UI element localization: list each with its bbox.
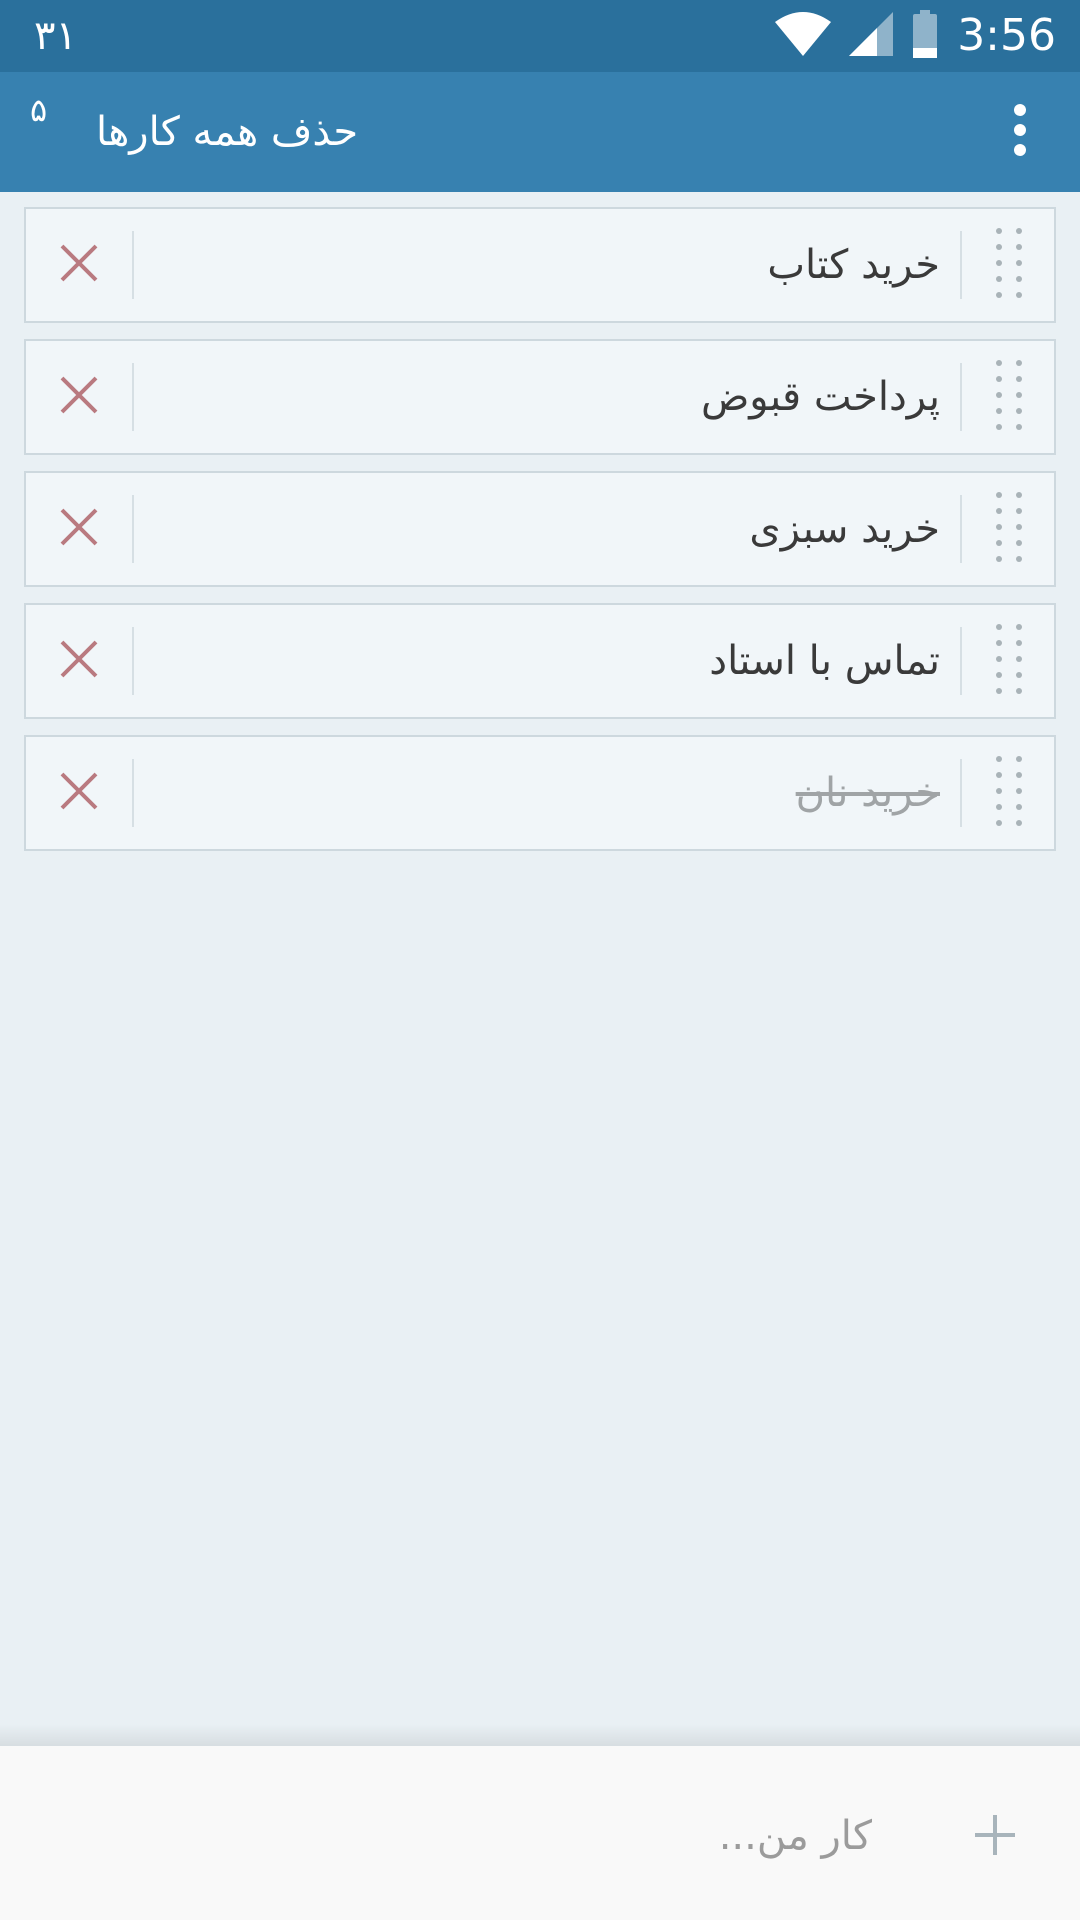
- task-count-badge: ۵: [30, 91, 48, 129]
- overflow-menu-button[interactable]: [960, 72, 1080, 192]
- app-bar: ۵ حذف همه کارها: [0, 72, 1080, 192]
- divider: [132, 759, 134, 827]
- delete-task-button[interactable]: [26, 473, 132, 585]
- close-icon: [59, 243, 99, 287]
- divider: [132, 363, 134, 431]
- cell-signal-icon: [849, 12, 894, 60]
- task-label[interactable]: خرید سبزی: [156, 473, 940, 585]
- close-icon: [59, 639, 99, 683]
- delete-all-tasks-button[interactable]: حذف همه کارها: [96, 72, 358, 192]
- close-icon: [59, 771, 99, 815]
- task-item[interactable]: خرید سبزی: [24, 471, 1056, 587]
- bottom-bar-shadow: [0, 1724, 1080, 1746]
- wifi-icon: [775, 12, 832, 60]
- delete-task-button[interactable]: [26, 341, 132, 453]
- delete-task-button[interactable]: [26, 605, 132, 717]
- divider: [132, 627, 134, 695]
- drag-handle[interactable]: [962, 605, 1056, 717]
- status-notification-count: ۳۱: [34, 13, 77, 59]
- more-vert-icon: [1010, 102, 1030, 162]
- close-icon: [59, 507, 99, 551]
- status-bar: ۳۱ 3:56: [0, 0, 1080, 72]
- drag-handle-icon: [995, 491, 1023, 567]
- new-task-input[interactable]: [60, 1780, 874, 1892]
- plus-icon: [973, 1813, 1017, 1861]
- task-label[interactable]: پرداخت قبوض: [156, 341, 940, 453]
- delete-task-button[interactable]: [26, 737, 132, 849]
- new-task-bar: [0, 1746, 1080, 1920]
- task-label[interactable]: تماس با استاد: [156, 605, 940, 717]
- task-item-completed[interactable]: خرید نان: [24, 735, 1056, 851]
- drag-handle[interactable]: [962, 209, 1056, 321]
- close-icon: [59, 375, 99, 419]
- battery-icon: [911, 10, 939, 62]
- add-task-button[interactable]: [940, 1782, 1050, 1892]
- drag-handle[interactable]: [962, 473, 1056, 585]
- drag-handle-icon: [995, 359, 1023, 435]
- drag-handle[interactable]: [962, 341, 1056, 453]
- status-time: 3:56: [957, 10, 1056, 61]
- drag-handle-icon: [995, 227, 1023, 303]
- task-item[interactable]: تماس با استاد: [24, 603, 1056, 719]
- task-list: خرید کتاب پرداخت قبوض خرید سبزی تماس با …: [24, 207, 1056, 867]
- task-item[interactable]: پرداخت قبوض: [24, 339, 1056, 455]
- drag-handle-icon: [995, 623, 1023, 699]
- task-label[interactable]: خرید کتاب: [156, 209, 940, 321]
- delete-task-button[interactable]: [26, 209, 132, 321]
- divider: [132, 231, 134, 299]
- drag-handle[interactable]: [962, 737, 1056, 849]
- divider: [132, 495, 134, 563]
- status-icons: 3:56: [775, 0, 1056, 72]
- task-label[interactable]: خرید نان: [156, 737, 940, 849]
- drag-handle-icon: [995, 755, 1023, 831]
- task-item[interactable]: خرید کتاب: [24, 207, 1056, 323]
